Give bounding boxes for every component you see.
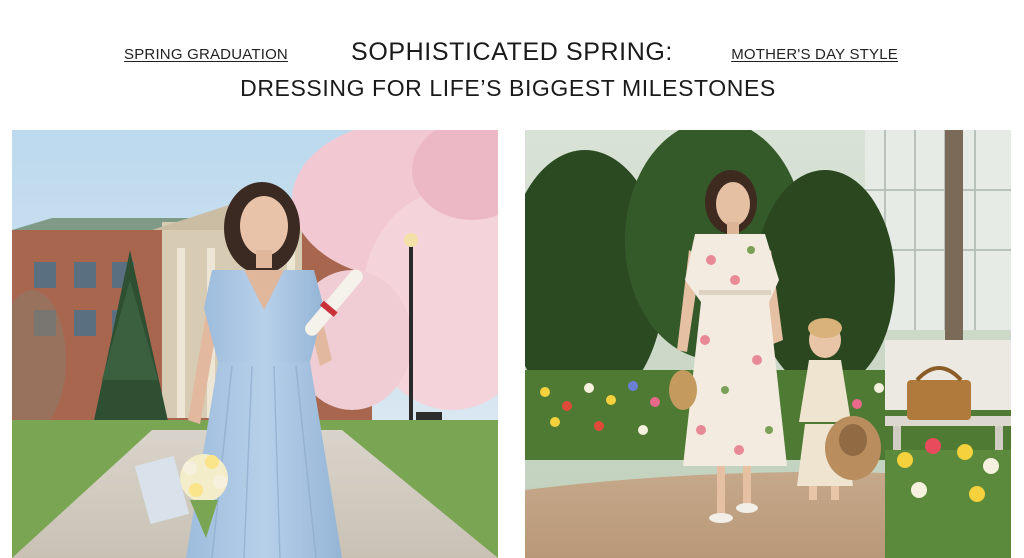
- graduation-illustration: [12, 130, 498, 558]
- mothers-day-photo: [525, 130, 1011, 558]
- mothers-day-illustration: [525, 130, 1011, 558]
- page-subtitle: DRESSING FOR LIFE’S BIGGEST MILESTONES: [240, 75, 776, 101]
- page-header: SPRING GRADUATION SOPHISTICATED SPRING: …: [0, 0, 1024, 128]
- graduation-photo: [12, 130, 498, 558]
- mothers-day-style-link[interactable]: MOTHER'S DAY STYLE: [731, 46, 898, 63]
